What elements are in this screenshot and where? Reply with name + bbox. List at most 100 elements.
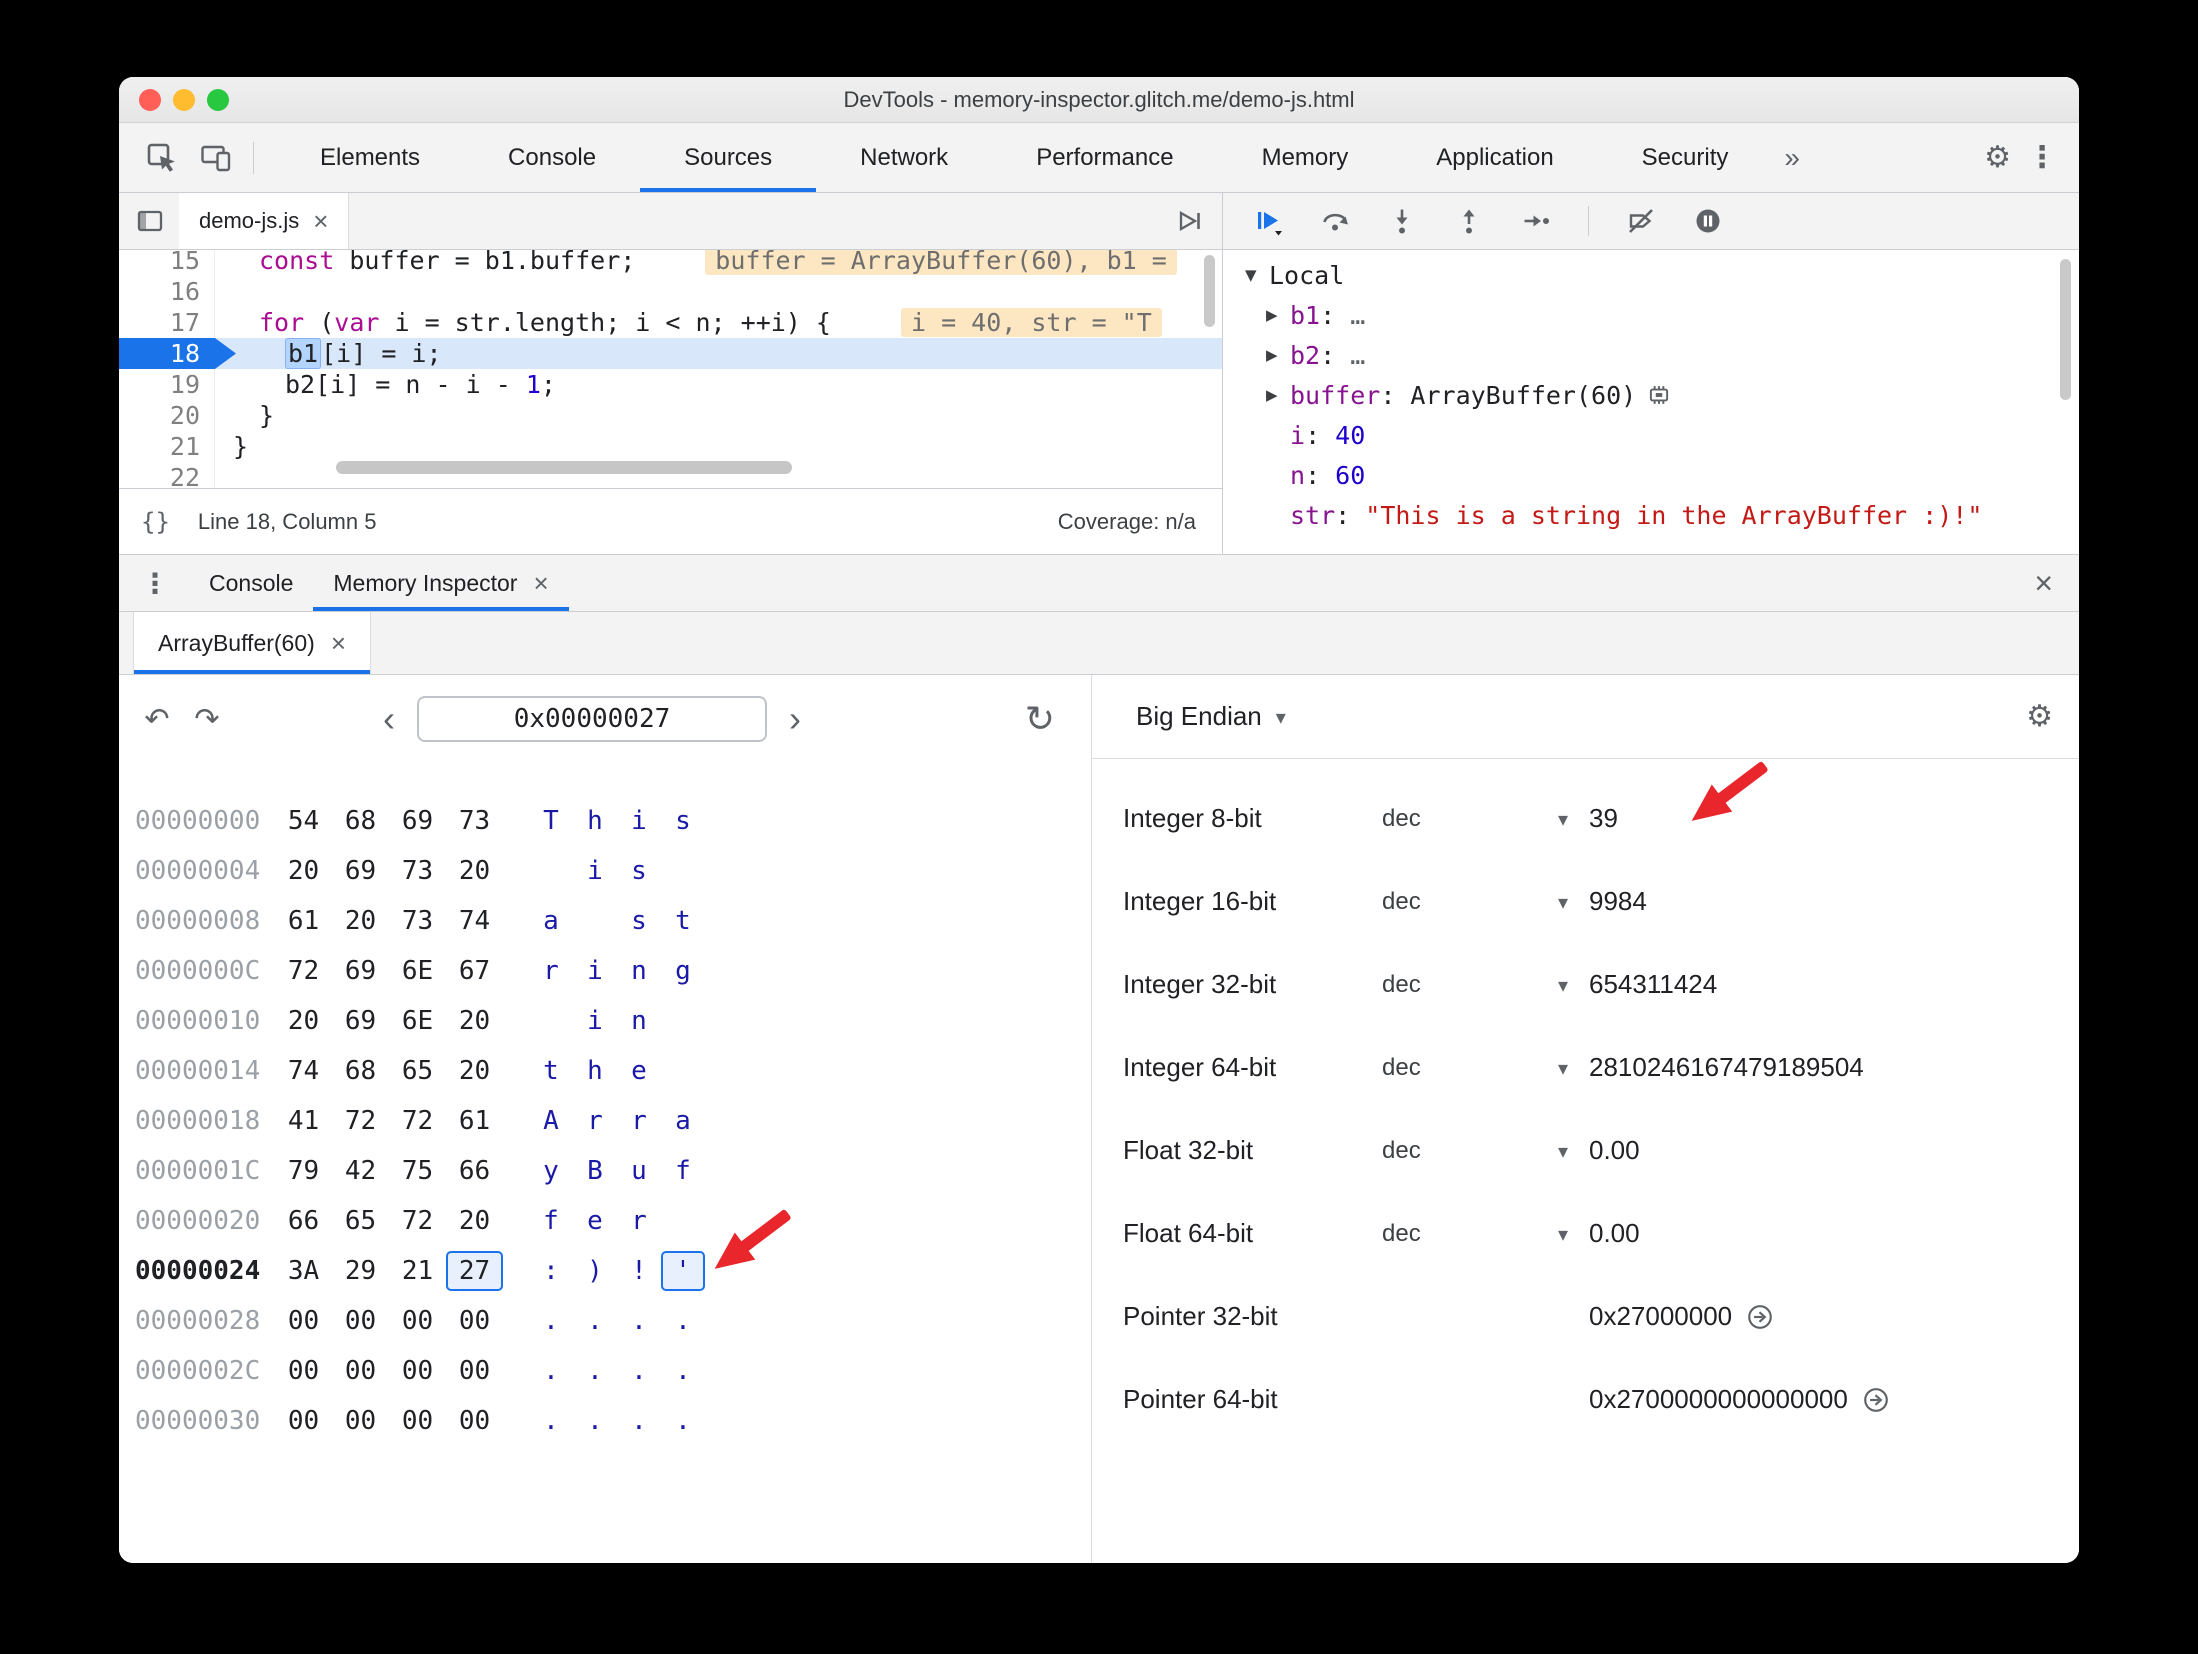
drawer-close-icon[interactable]: ×	[2034, 565, 2053, 602]
value-settings-gear-icon[interactable]: ⚙	[2026, 699, 2053, 734]
line-number[interactable]: 22	[119, 462, 215, 488]
window-zoom-button[interactable]	[207, 88, 229, 111]
memory-ascii-char[interactable]	[529, 1001, 573, 1041]
memory-byte[interactable]: 74	[275, 1051, 332, 1091]
memory-byte[interactable]: 27	[446, 1251, 503, 1291]
scope-section-local[interactable]: ▼ Local	[1223, 255, 2079, 295]
memory-ascii-char[interactable]: e	[617, 1051, 661, 1091]
tab-sources[interactable]: Sources	[640, 123, 817, 192]
memory-byte[interactable]: 00	[275, 1301, 332, 1341]
expand-arrow-icon[interactable]: ▼	[1245, 266, 1269, 284]
line-number[interactable]: 21	[119, 431, 215, 462]
step-over-button[interactable]	[1320, 206, 1350, 236]
memory-byte[interactable]: 20	[446, 1051, 503, 1091]
memory-byte[interactable]: 00	[446, 1351, 503, 1391]
memory-ascii-char[interactable]: g	[661, 951, 705, 991]
memory-byte[interactable]: 00	[389, 1351, 446, 1391]
memory-byte[interactable]: 00	[275, 1351, 332, 1391]
memory-byte[interactable]: 00	[389, 1401, 446, 1441]
value-mode-dropdown[interactable]: dec ▾	[1382, 805, 1572, 833]
line-number[interactable]: 19	[119, 369, 215, 400]
scope-entry-buffer[interactable]: ▶ buffer: ArrayBuffer(60)	[1223, 375, 2079, 415]
value-mode-dropdown[interactable]: dec ▾	[1382, 971, 1572, 999]
memory-ascii-char[interactable]: .	[661, 1351, 705, 1391]
memory-byte[interactable]: 61	[446, 1101, 503, 1141]
code-editor[interactable]: 15 const buffer = b1.buffer; buffer = Arra…	[119, 250, 1222, 488]
memory-ascii-char[interactable]: a	[529, 901, 573, 941]
memory-ascii-char[interactable]: .	[573, 1401, 617, 1441]
memory-ascii-char[interactable]: h	[573, 1051, 617, 1091]
memory-ascii-char[interactable]: B	[573, 1151, 617, 1191]
memory-byte[interactable]: 72	[389, 1201, 446, 1241]
memory-ascii-char[interactable]: .	[573, 1301, 617, 1341]
memory-byte[interactable]: 73	[389, 901, 446, 941]
jump-to-address-icon[interactable]	[1862, 1386, 1890, 1414]
file-tab-close-icon[interactable]: ×	[313, 208, 328, 234]
expand-arrow-icon[interactable]: ▶	[1266, 346, 1290, 364]
memory-ascii-char[interactable]: n	[617, 1001, 661, 1041]
memory-ascii-char[interactable]: i	[617, 801, 661, 841]
memory-ascii-char[interactable]: r	[573, 1101, 617, 1141]
pretty-print-icon[interactable]: {}	[141, 508, 170, 536]
memory-ascii-char[interactable]: t	[529, 1051, 573, 1091]
editor-horizontal-scrollbar[interactable]	[336, 461, 792, 474]
memory-ascii-char[interactable]: s	[617, 851, 661, 891]
memory-ascii-char[interactable]: n	[617, 951, 661, 991]
memory-ascii-char[interactable]: .	[617, 1301, 661, 1341]
memory-byte[interactable]: 72	[275, 951, 332, 991]
memory-byte[interactable]: 00	[389, 1301, 446, 1341]
memory-byte[interactable]: 00	[332, 1351, 389, 1391]
scope-entry-b2[interactable]: ▶ b2: …	[1223, 335, 2079, 375]
memory-ascii-char[interactable]	[661, 851, 705, 891]
memory-byte[interactable]: 20	[275, 1001, 332, 1041]
memory-ascii-char[interactable]: f	[661, 1151, 705, 1191]
memory-ascii-char[interactable]: T	[529, 801, 573, 841]
window-close-button[interactable]	[139, 88, 161, 111]
memory-ascii-char[interactable]: i	[573, 951, 617, 991]
memory-ascii-char[interactable]: .	[529, 1401, 573, 1441]
memory-byte[interactable]: 41	[275, 1101, 332, 1141]
tab-network[interactable]: Network	[816, 123, 992, 192]
expand-arrow-icon[interactable]: ▶	[1266, 306, 1290, 324]
tab-performance[interactable]: Performance	[992, 123, 1217, 192]
tab-elements[interactable]: Elements	[276, 123, 464, 192]
memory-ascii-char[interactable]: .	[573, 1351, 617, 1391]
memory-byte[interactable]: 68	[332, 801, 389, 841]
value-mode-dropdown[interactable]: dec ▾	[1382, 1054, 1572, 1082]
jump-to-address-icon[interactable]	[1746, 1303, 1774, 1331]
memory-byte[interactable]: 20	[332, 901, 389, 941]
file-tab-demo-js[interactable]: demo-js.js ×	[179, 193, 350, 249]
step-into-button[interactable]	[1387, 206, 1417, 236]
memory-byte[interactable]: 61	[275, 901, 332, 941]
memory-byte[interactable]: 00	[332, 1301, 389, 1341]
memory-ascii-char[interactable]: y	[529, 1151, 573, 1191]
memory-byte[interactable]: 79	[275, 1151, 332, 1191]
memory-byte[interactable]: 68	[332, 1051, 389, 1091]
line-number[interactable]: 20	[119, 400, 215, 431]
memory-ascii-char[interactable]: i	[573, 851, 617, 891]
memory-byte[interactable]: 73	[446, 801, 503, 841]
tab-application[interactable]: Application	[1392, 123, 1597, 192]
memory-ascii-char[interactable]: e	[573, 1201, 617, 1241]
deactivate-breakpoints-button[interactable]	[1626, 206, 1656, 236]
endianness-dropdown[interactable]: Big Endian ▾	[1136, 701, 1286, 732]
resume-script-button[interactable]	[1253, 206, 1283, 236]
memory-byte[interactable]: 20	[275, 851, 332, 891]
memory-ascii-char[interactable]: .	[617, 1401, 661, 1441]
memory-ascii-char[interactable]: s	[617, 901, 661, 941]
memory-byte[interactable]: 65	[332, 1201, 389, 1241]
memory-byte[interactable]: 67	[446, 951, 503, 991]
address-input[interactable]	[417, 696, 767, 742]
memory-chip-icon[interactable]	[1646, 382, 1672, 408]
drawer-menu-kebab-icon[interactable]: ⋮	[141, 567, 169, 600]
memory-byte[interactable]: 00	[275, 1401, 332, 1441]
memory-ascii-char[interactable]: h	[573, 801, 617, 841]
previous-page-icon[interactable]: ‹	[375, 698, 403, 740]
memory-buffer-tab-close-icon[interactable]: ×	[331, 630, 346, 656]
memory-ascii-char[interactable]	[661, 1201, 705, 1241]
memory-byte[interactable]: 29	[332, 1251, 389, 1291]
memory-ascii-char[interactable]	[529, 851, 573, 891]
window-minimize-button[interactable]	[173, 88, 195, 111]
line-number[interactable]: 18	[119, 338, 215, 369]
step-out-button[interactable]	[1454, 206, 1484, 236]
